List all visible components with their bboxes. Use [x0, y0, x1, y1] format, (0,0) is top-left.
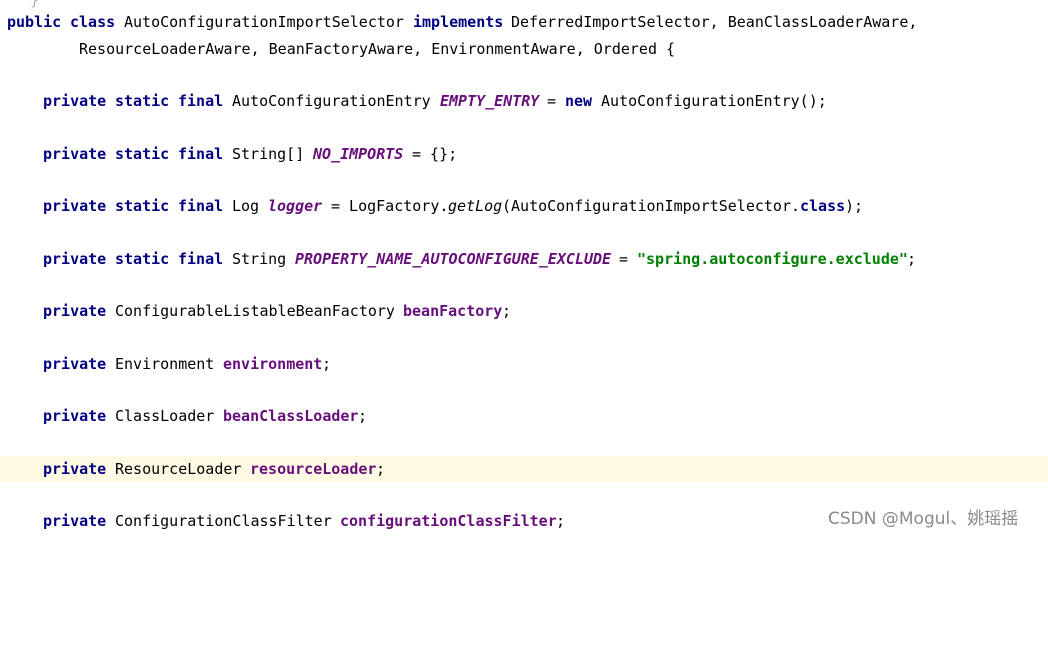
code-token: configurationClassFilter: [340, 512, 557, 530]
code-token: ;: [556, 512, 566, 530]
code-token: private: [43, 92, 107, 110]
code-token: resourceLoader: [250, 460, 377, 478]
code-line[interactable]: public class AutoConfigurationImportSele…: [0, 9, 1048, 35]
code-line[interactable]: private static final String[] NO_IMPORTS…: [0, 141, 1048, 167]
code-token: private: [43, 250, 107, 268]
code-token: getLog: [448, 197, 503, 215]
code-token: ResourceLoaderAware, BeanFactoryAware, E…: [79, 40, 676, 58]
code-token: class: [70, 13, 116, 31]
code-token: NO_IMPORTS: [313, 145, 404, 163]
code-token: private: [43, 302, 107, 320]
code-token: String[]: [232, 145, 305, 163]
code-token: private: [43, 197, 107, 215]
code-token: logger: [268, 197, 323, 215]
code-editor[interactable]: } public class AutoConfigurationImportSe…: [0, 0, 1048, 539]
code-token: ;: [907, 250, 917, 268]
code-token: ConfigurableListableBeanFactory: [115, 302, 395, 320]
code-token: ConfigurationClassFilter: [115, 512, 332, 530]
code-token: EMPTY_ENTRY: [440, 92, 540, 110]
code-line[interactable]: private static final String PROPERTY_NAM…: [0, 246, 1048, 272]
code-token: =: [547, 92, 557, 110]
code-token: PROPERTY_NAME_AUTOCONFIGURE_EXCLUDE: [295, 250, 612, 268]
code-token: private: [43, 512, 107, 530]
code-line[interactable]: private static final AutoConfigurationEn…: [0, 88, 1048, 114]
code-line[interactable]: private ConfigurableListableBeanFactory …: [0, 298, 1048, 324]
code-token: AutoConfigurationEntry: [232, 92, 431, 110]
code-token: = LogFactory.: [331, 197, 449, 215]
code-token: final: [178, 145, 224, 163]
code-token: ResourceLoader: [115, 460, 242, 478]
code-token: AutoConfigurationEntry();: [601, 92, 827, 110]
code-token: final: [178, 92, 224, 110]
code-token: beanFactory: [403, 302, 503, 320]
code-token: class: [800, 197, 846, 215]
code-token: static: [115, 197, 170, 215]
code-line[interactable]: private ClassLoader beanClassLoader ;: [0, 403, 1048, 429]
code-token: environment: [223, 355, 323, 373]
code-token: public: [7, 13, 62, 31]
code-token: (AutoConfigurationImportSelector.: [502, 197, 801, 215]
code-token: final: [178, 250, 224, 268]
code-token: Log: [232, 197, 260, 215]
code-token: DeferredImportSelector, BeanClassLoaderA…: [511, 13, 918, 31]
code-token: ;: [358, 407, 368, 425]
code-token: static: [115, 145, 170, 163]
code-line-current[interactable]: private ResourceLoader resourceLoader ;: [0, 456, 1048, 482]
code-token: new: [565, 92, 593, 110]
code-token: Environment: [115, 355, 215, 373]
code-token: beanClassLoader: [223, 407, 359, 425]
code-token: AutoConfigurationImportSelector: [124, 13, 404, 31]
code-token: "spring.autoconfigure.exclude": [637, 250, 908, 268]
code-token: String: [232, 250, 287, 268]
code-token: static: [115, 250, 170, 268]
code-line[interactable]: ResourceLoaderAware, BeanFactoryAware, E…: [0, 36, 1048, 62]
code-token: private: [43, 355, 107, 373]
code-token: final: [178, 197, 224, 215]
code-token: implements: [413, 13, 504, 31]
code-token: );: [845, 197, 864, 215]
code-token: ClassLoader: [115, 407, 215, 425]
code-line[interactable]: private Environment environment ;: [0, 351, 1048, 377]
code-token: private: [43, 460, 107, 478]
code-token: private: [43, 145, 107, 163]
code-token: static: [115, 92, 170, 110]
code-token: ;: [376, 460, 386, 478]
code-line[interactable]: private static final Log logger = LogFac…: [0, 193, 1048, 219]
code-token: =: [619, 250, 629, 268]
code-token: ;: [322, 355, 332, 373]
csdn-watermark: CSDN @Mogul、姚瑶摇: [828, 509, 1019, 529]
code-token: private: [43, 407, 107, 425]
code-token: ;: [502, 302, 512, 320]
code-token: = {};: [412, 145, 458, 163]
